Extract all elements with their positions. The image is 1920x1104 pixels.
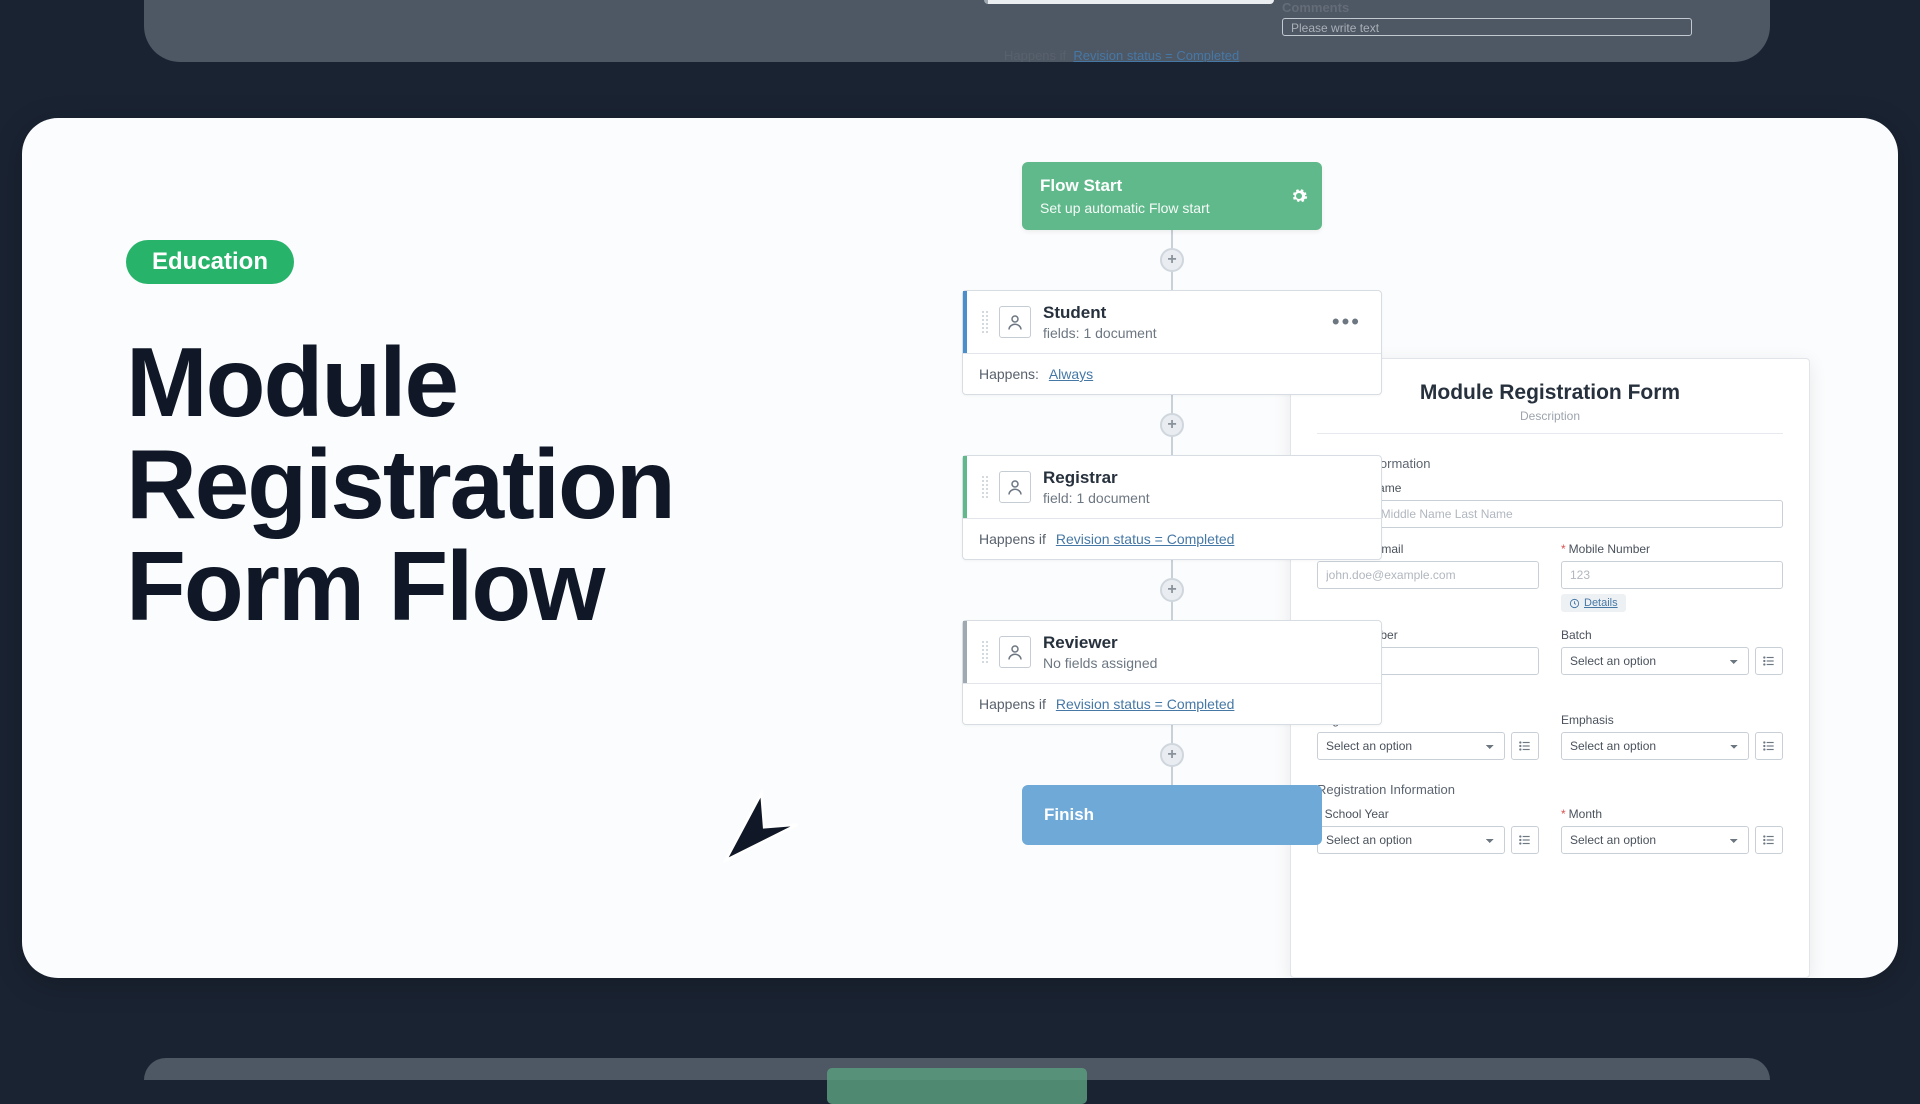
section-student-info: Student Information — [1317, 456, 1783, 471]
drag-handle-icon[interactable] — [981, 640, 989, 664]
add-step-button[interactable]: + — [1160, 578, 1184, 602]
hero-text: Education Module Registration Form Flow — [126, 240, 776, 638]
form-title: Module Registration Form — [1317, 381, 1783, 405]
school-year-select[interactable]: Select an option — [1317, 826, 1505, 854]
node-subtitle: field: 1 document — [1043, 490, 1150, 506]
emphasis-select[interactable]: Select an option — [1561, 732, 1749, 760]
cond-link[interactable]: Revision status = Completed — [1056, 531, 1235, 547]
list-icon — [1762, 833, 1776, 847]
flow-start-subtitle: Set up automatic Flow start — [1040, 200, 1304, 216]
degree-select[interactable]: Select an option — [1317, 732, 1505, 760]
mobile-number-input[interactable] — [1561, 561, 1783, 589]
cond-link[interactable]: Always — [1049, 366, 1093, 382]
cond-label: Happens if — [979, 531, 1046, 547]
flow-node-registrar[interactable]: Registrar field: 1 document Happens if R… — [962, 455, 1382, 560]
mobile-number-label: *Mobile Number — [1561, 542, 1783, 556]
student-name-input[interactable] — [1317, 500, 1783, 528]
flow-finish-node[interactable]: Finish — [1022, 785, 1322, 845]
list-icon — [1762, 739, 1776, 753]
batch-label: Batch — [1561, 628, 1783, 642]
flow-node-student[interactable]: Student fields: 1 document ••• Happens: … — [962, 290, 1382, 395]
emphasis-label: Emphasis — [1561, 713, 1783, 727]
month-label: *Month — [1561, 807, 1783, 821]
form-description: Description — [1317, 409, 1783, 434]
peek-comments-label: Comments — [1282, 0, 1349, 15]
list-button[interactable] — [1511, 826, 1539, 854]
add-step-button[interactable]: + — [1160, 248, 1184, 272]
list-button[interactable] — [1755, 826, 1783, 854]
peek-comments-box[interactable]: Please write text — [1282, 18, 1692, 36]
node-title: Reviewer — [1043, 633, 1157, 653]
flow-start-node[interactable]: Flow Start Set up automatic Flow start — [1022, 162, 1322, 230]
list-icon — [1518, 739, 1532, 753]
person-icon — [999, 306, 1031, 338]
cond-label: Happens: — [979, 366, 1039, 382]
flow-start-title: Flow Start — [1040, 176, 1304, 196]
more-icon[interactable]: ••• — [1326, 309, 1367, 335]
list-icon — [1762, 654, 1776, 668]
gear-icon[interactable] — [1290, 187, 1308, 205]
node-condition: Happens if Revision status = Completed — [963, 518, 1381, 559]
person-icon — [999, 471, 1031, 503]
peek-node: No fields assigned — [984, 0, 1274, 4]
batch-select[interactable]: Select an option — [1561, 647, 1749, 675]
list-icon — [1518, 833, 1532, 847]
node-title: Student — [1043, 303, 1157, 323]
drag-handle-icon[interactable] — [981, 475, 989, 499]
mobile-details-link[interactable]: Details — [1561, 594, 1626, 612]
month-select[interactable]: Select an option — [1561, 826, 1749, 854]
node-condition: Happens if Revision status = Completed — [963, 683, 1381, 724]
list-button[interactable] — [1755, 647, 1783, 675]
node-subtitle: No fields assigned — [1043, 655, 1157, 671]
school-year-label: *School Year — [1317, 807, 1539, 821]
section-registration-info: Registration Information — [1317, 782, 1783, 797]
node-subtitle: fields: 1 document — [1043, 325, 1157, 341]
student-name-label: *Student Name — [1317, 481, 1783, 495]
list-button[interactable] — [1755, 732, 1783, 760]
flow-node-reviewer[interactable]: Reviewer No fields assigned Happens if R… — [962, 620, 1382, 725]
clock-icon — [1569, 598, 1580, 609]
peek-cond-link[interactable]: Revision status = Completed — [1073, 48, 1239, 62]
page-title: Module Registration Form Flow — [126, 332, 776, 638]
node-title: Registrar — [1043, 468, 1150, 488]
background-peek-top: No fields assigned Happens if Revision s… — [144, 0, 1770, 62]
add-step-button[interactable]: + — [1160, 413, 1184, 437]
category-badge: Education — [126, 240, 294, 284]
flow-finish-title: Finish — [1044, 805, 1094, 824]
cond-link[interactable]: Revision status = Completed — [1056, 696, 1235, 712]
list-button[interactable] — [1511, 732, 1539, 760]
person-icon — [999, 636, 1031, 668]
drag-handle-icon[interactable] — [981, 310, 989, 334]
add-step-button[interactable]: + — [1160, 743, 1184, 767]
background-peek-bottom — [144, 1058, 1770, 1080]
cursor-icon — [712, 784, 802, 874]
peek-cond-label: Happens if — [1004, 48, 1066, 62]
cond-label: Happens if — [979, 696, 1046, 712]
hero-card: Education Module Registration Form Flow … — [22, 118, 1898, 978]
peek-start-node — [827, 1068, 1087, 1104]
student-email-input[interactable] — [1317, 561, 1539, 589]
node-condition: Happens: Always — [963, 353, 1381, 394]
peek-condition: Happens if Revision status = Completed — [1004, 48, 1239, 62]
